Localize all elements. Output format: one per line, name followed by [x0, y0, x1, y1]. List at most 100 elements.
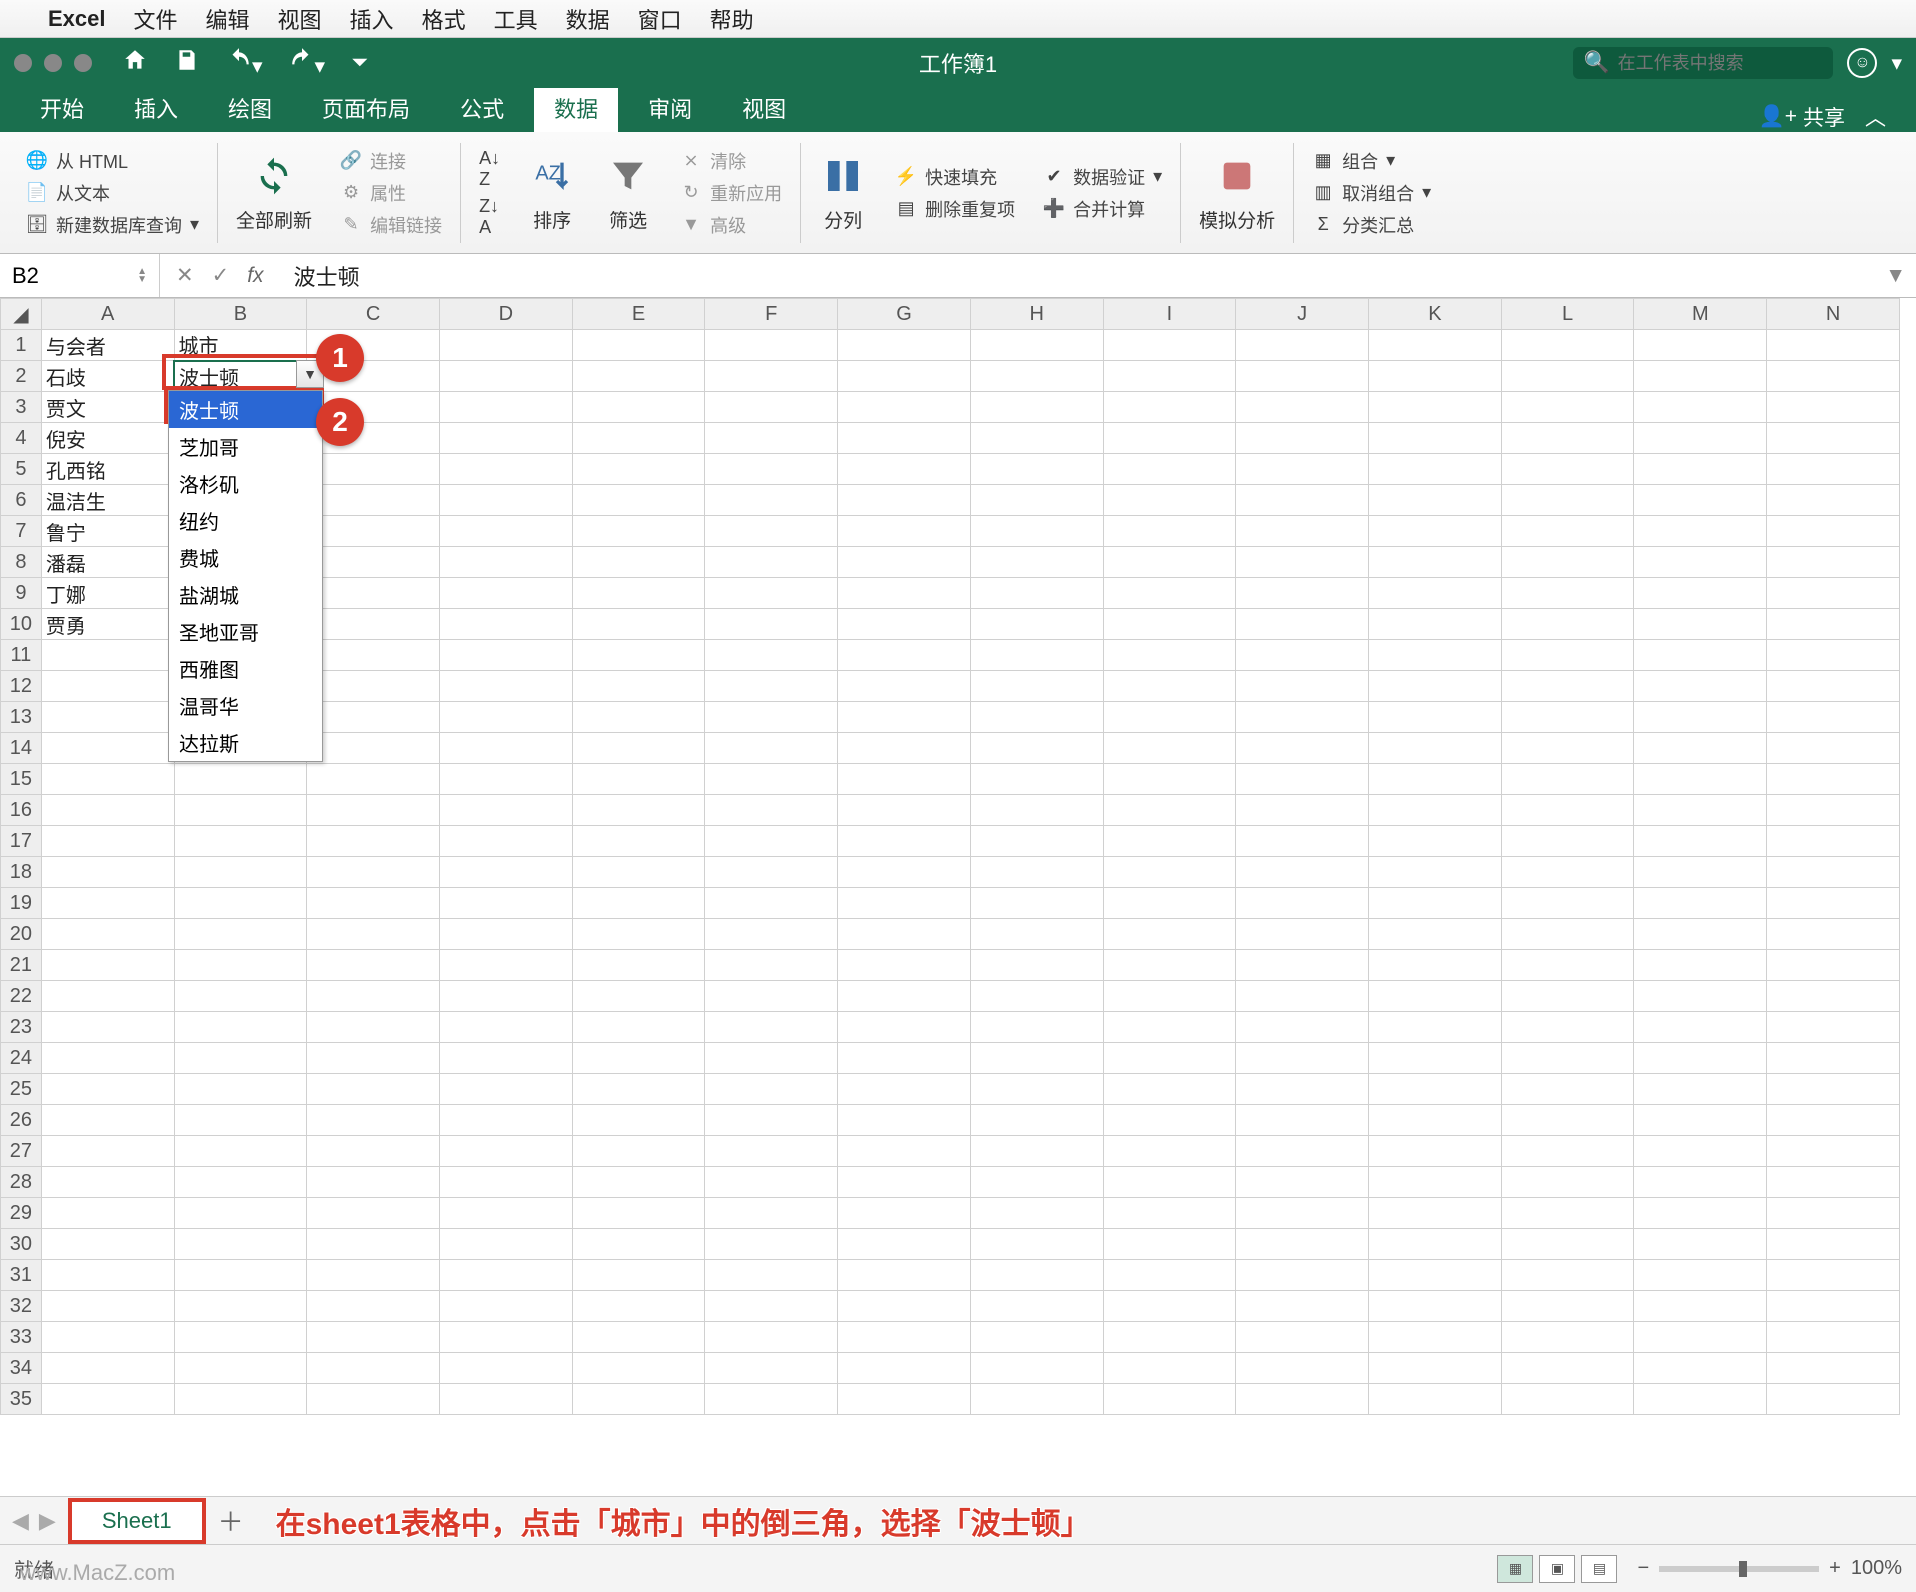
cell-L32[interactable]	[1501, 1291, 1634, 1322]
cell-L18[interactable]	[1501, 857, 1634, 888]
cell-A32[interactable]	[41, 1291, 174, 1322]
feedback-icon[interactable]: ☺	[1847, 48, 1877, 78]
cell-M25[interactable]	[1634, 1074, 1767, 1105]
cell-H32[interactable]	[970, 1291, 1103, 1322]
name-box[interactable]: B2 ▲▼	[0, 254, 160, 297]
cell-A14[interactable]	[41, 733, 174, 764]
menu-view[interactable]: 视图	[278, 3, 322, 35]
cell-F28[interactable]	[705, 1167, 838, 1198]
row-header-22[interactable]: 22	[1, 981, 42, 1012]
cell-I19[interactable]	[1103, 888, 1236, 919]
cell-L23[interactable]	[1501, 1012, 1634, 1043]
cell-I10[interactable]	[1103, 609, 1236, 640]
cell-D10[interactable]	[439, 609, 572, 640]
cell-I28[interactable]	[1103, 1167, 1236, 1198]
column-header-A[interactable]: A	[41, 299, 174, 330]
cell-N22[interactable]	[1767, 981, 1900, 1012]
remove-duplicates-button[interactable]: ▤删除重复项	[895, 196, 1015, 222]
cell-F14[interactable]	[705, 733, 838, 764]
cell-B34[interactable]	[174, 1353, 307, 1384]
cell-J30[interactable]	[1236, 1229, 1369, 1260]
refresh-all-label[interactable]: 全部刷新	[236, 206, 312, 233]
cell-G3[interactable]	[838, 392, 971, 423]
cell-H35[interactable]	[970, 1384, 1103, 1415]
cell-G23[interactable]	[838, 1012, 971, 1043]
cell-A16[interactable]	[41, 795, 174, 826]
row-header-18[interactable]: 18	[1, 857, 42, 888]
column-header-B[interactable]: B	[174, 299, 307, 330]
row-header-17[interactable]: 17	[1, 826, 42, 857]
menu-data[interactable]: 数据	[566, 3, 610, 35]
cell-F30[interactable]	[705, 1229, 838, 1260]
cell-K1[interactable]	[1369, 330, 1502, 361]
new-db-query-button[interactable]: 🗄新建数据库查询▾	[26, 212, 199, 238]
tab-home[interactable]: 开始	[20, 84, 104, 132]
cell-J1[interactable]	[1236, 330, 1369, 361]
cell-B1[interactable]: 城市	[174, 330, 307, 361]
save-icon[interactable]	[174, 47, 200, 79]
cell-H31[interactable]	[970, 1260, 1103, 1291]
cell-A31[interactable]	[41, 1260, 174, 1291]
cell-I2[interactable]	[1103, 361, 1236, 392]
cell-N25[interactable]	[1767, 1074, 1900, 1105]
cell-L35[interactable]	[1501, 1384, 1634, 1415]
cell-N21[interactable]	[1767, 950, 1900, 981]
cell-E28[interactable]	[572, 1167, 705, 1198]
cell-N13[interactable]	[1767, 702, 1900, 733]
menu-insert[interactable]: 插入	[350, 3, 394, 35]
cell-C35[interactable]	[307, 1384, 440, 1415]
column-header-K[interactable]: K	[1369, 299, 1502, 330]
row-header-33[interactable]: 33	[1, 1322, 42, 1353]
cell-E30[interactable]	[572, 1229, 705, 1260]
dropdown-item-9[interactable]: 达拉斯	[169, 724, 322, 761]
cell-D28[interactable]	[439, 1167, 572, 1198]
cell-J13[interactable]	[1236, 702, 1369, 733]
home-icon[interactable]	[122, 47, 148, 79]
cell-I18[interactable]	[1103, 857, 1236, 888]
cell-C30[interactable]	[307, 1229, 440, 1260]
cell-N4[interactable]	[1767, 423, 1900, 454]
cell-L8[interactable]	[1501, 547, 1634, 578]
cell-A12[interactable]	[41, 671, 174, 702]
cell-J31[interactable]	[1236, 1260, 1369, 1291]
cell-A18[interactable]	[41, 857, 174, 888]
cell-J35[interactable]	[1236, 1384, 1369, 1415]
cell-H21[interactable]	[970, 950, 1103, 981]
formula-expand-icon[interactable]: ▼	[1875, 264, 1916, 288]
cell-H3[interactable]	[970, 392, 1103, 423]
cell-G1[interactable]	[838, 330, 971, 361]
cell-K23[interactable]	[1369, 1012, 1502, 1043]
cell-N28[interactable]	[1767, 1167, 1900, 1198]
cell-H17[interactable]	[970, 826, 1103, 857]
cell-K24[interactable]	[1369, 1043, 1502, 1074]
cell-K17[interactable]	[1369, 826, 1502, 857]
cell-K14[interactable]	[1369, 733, 1502, 764]
cell-M9[interactable]	[1634, 578, 1767, 609]
cell-F22[interactable]	[705, 981, 838, 1012]
zoom-level[interactable]: 100%	[1851, 1557, 1902, 1580]
cell-L13[interactable]	[1501, 702, 1634, 733]
cell-B29[interactable]	[174, 1198, 307, 1229]
row-header-4[interactable]: 4	[1, 423, 42, 454]
cell-G13[interactable]	[838, 702, 971, 733]
cell-D17[interactable]	[439, 826, 572, 857]
cell-G32[interactable]	[838, 1291, 971, 1322]
cell-H23[interactable]	[970, 1012, 1103, 1043]
cell-M35[interactable]	[1634, 1384, 1767, 1415]
cell-K25[interactable]	[1369, 1074, 1502, 1105]
cell-G4[interactable]	[838, 423, 971, 454]
cell-I21[interactable]	[1103, 950, 1236, 981]
row-header-1[interactable]: 1	[1, 330, 42, 361]
menu-edit[interactable]: 编辑	[206, 3, 250, 35]
cell-H19[interactable]	[970, 888, 1103, 919]
cell-J21[interactable]	[1236, 950, 1369, 981]
filter-label[interactable]: 筛选	[609, 206, 647, 233]
cell-A23[interactable]	[41, 1012, 174, 1043]
cell-G15[interactable]	[838, 764, 971, 795]
column-header-I[interactable]: I	[1103, 299, 1236, 330]
cell-I4[interactable]	[1103, 423, 1236, 454]
cell-I30[interactable]	[1103, 1229, 1236, 1260]
cell-A19[interactable]	[41, 888, 174, 919]
cell-L6[interactable]	[1501, 485, 1634, 516]
cell-J4[interactable]	[1236, 423, 1369, 454]
